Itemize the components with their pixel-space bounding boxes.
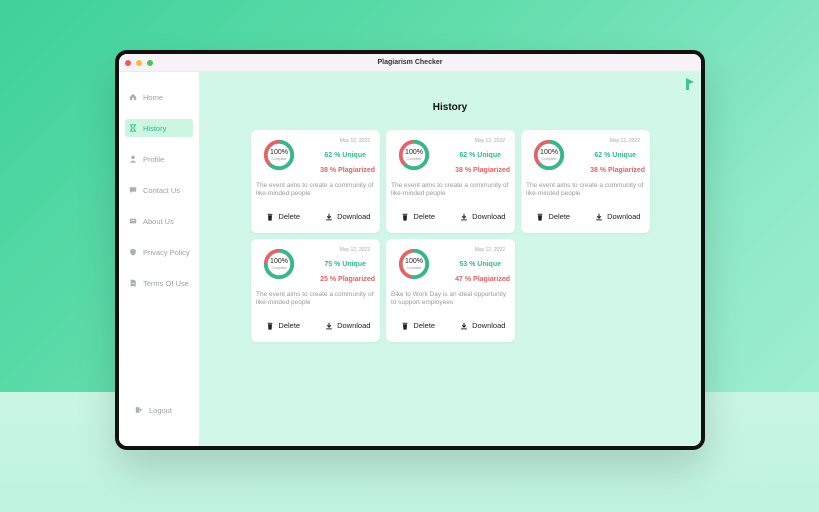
- download-icon: [326, 322, 332, 329]
- download-button[interactable]: Download: [316, 212, 381, 221]
- completion-label: Complete: [271, 266, 287, 270]
- delete-label: Delete: [413, 212, 436, 221]
- history-card: 100% Complete May 12, 2022 75 % Unique 2…: [251, 239, 380, 342]
- completion-label: Complete: [541, 157, 557, 161]
- trash-icon: [268, 322, 273, 330]
- history-card: 100% Complete May 12, 2022 62 % Unique 3…: [386, 130, 515, 233]
- sidebar-item-privacy-policy[interactable]: Privacy Policy: [125, 243, 193, 261]
- device-frame: Plagiarism Checker Home History Profile: [115, 50, 705, 450]
- sidebar-item-terms-of-use[interactable]: Terms Of Use: [125, 274, 193, 292]
- delete-label: Delete: [278, 212, 301, 221]
- history-card: 100% Complete May 12, 2022 53 % Unique 4…: [386, 239, 515, 342]
- delete-label: Delete: [278, 321, 301, 330]
- download-button[interactable]: Download: [316, 321, 381, 330]
- unique-percentage: 75 % Unique: [324, 261, 366, 268]
- sidebar-item-history[interactable]: History: [125, 119, 193, 137]
- unique-percentage: 53 % Unique: [459, 261, 501, 268]
- completion-percent: 100%: [270, 149, 288, 156]
- download-label: Download: [607, 212, 641, 221]
- trash-icon: [403, 322, 408, 330]
- download-button[interactable]: Download: [586, 212, 651, 221]
- plagiarized-percentage: 25 % Plagiarized: [320, 276, 375, 283]
- card-date: May 12, 2022: [609, 138, 640, 144]
- plagiarized-percentage: 38 % Plagiarized: [320, 167, 375, 174]
- title-bar: Plagiarism Checker: [119, 54, 701, 72]
- card-description: Bike to Work Day is an ideal opportunity…: [391, 291, 507, 306]
- delete-button[interactable]: Delete: [251, 321, 316, 330]
- plagiarized-percentage: 47 % Plagiarized: [455, 276, 510, 283]
- sidebar-item-label: Contact Us: [143, 185, 181, 195]
- download-icon: [461, 213, 467, 220]
- download-button[interactable]: Download: [451, 212, 516, 221]
- card-description: The event aims to create a community of …: [256, 182, 374, 197]
- window-title: Plagiarism Checker: [377, 59, 443, 66]
- download-icon: [326, 213, 332, 220]
- app-window: Plagiarism Checker Home History Profile: [119, 54, 701, 446]
- logout-label: Logout: [149, 405, 172, 415]
- completion-percent: 100%: [270, 258, 288, 265]
- sidebar-item-home[interactable]: Home: [125, 88, 193, 106]
- delete-button[interactable]: Delete: [386, 321, 451, 330]
- sidebar-item-profile[interactable]: Profile: [125, 150, 193, 168]
- trash-icon: [538, 213, 543, 221]
- download-icon: [596, 213, 602, 220]
- completion-label: Complete: [406, 157, 422, 161]
- sidebar-item-label: Privacy Policy: [143, 247, 190, 257]
- main-content: History 100% Complete May 12, 2022 62 % …: [199, 72, 701, 446]
- plagiarized-percentage: 38 % Plagiarized: [590, 167, 645, 174]
- home-icon: [129, 93, 137, 101]
- logout-button[interactable]: Logout: [131, 401, 172, 419]
- user-icon: [129, 155, 137, 163]
- delete-label: Delete: [413, 321, 436, 330]
- download-label: Download: [472, 321, 506, 330]
- sidebar-item-about-us[interactable]: About Us: [125, 212, 193, 230]
- download-button[interactable]: Download: [451, 321, 516, 330]
- download-label: Download: [337, 321, 371, 330]
- completion-percent: 100%: [540, 149, 558, 156]
- card-date: May 12, 2022: [474, 138, 505, 144]
- document-icon: [130, 279, 136, 287]
- history-card: 100% Complete May 12, 2022 62 % Unique 3…: [521, 130, 650, 233]
- unique-percentage: 62 % Unique: [324, 152, 366, 159]
- plagiarized-percentage: 38 % Plagiarized: [455, 167, 510, 174]
- card-description: The event aims to create a community of …: [526, 182, 644, 197]
- delete-label: Delete: [548, 212, 571, 221]
- sidebar: Home History Profile Contact Us About Us: [119, 72, 199, 446]
- card-description: The event aims to create a community of …: [391, 182, 509, 197]
- completion-label: Complete: [406, 266, 422, 270]
- card-description: The event aims to create a community of …: [256, 291, 374, 306]
- card-date: May 12, 2022: [339, 247, 370, 253]
- card-date: May 12, 2022: [339, 138, 370, 144]
- history-icon: [129, 124, 137, 132]
- trash-icon: [268, 213, 273, 221]
- completion-percent: 100%: [405, 149, 423, 156]
- unique-percentage: 62 % Unique: [459, 152, 501, 159]
- history-card: 100% Complete May 12, 2022 62 % Unique 3…: [251, 130, 380, 233]
- completion-label: Complete: [271, 157, 287, 161]
- completion-percent: 100%: [405, 258, 423, 265]
- sidebar-item-label: Home: [143, 92, 164, 102]
- chat-icon: [129, 187, 137, 194]
- sidebar-item-label: About Us: [143, 216, 174, 226]
- download-label: Download: [472, 212, 506, 221]
- unique-percentage: 62 % Unique: [594, 152, 636, 159]
- sidebar-item-label: History: [143, 123, 167, 133]
- delete-button[interactable]: Delete: [386, 212, 451, 221]
- logout-icon: [135, 407, 143, 413]
- trash-icon: [403, 213, 408, 221]
- shield-icon: [130, 248, 136, 256]
- brand-logo-icon: [686, 78, 694, 90]
- download-icon: [461, 322, 467, 329]
- card-date: May 12, 2022: [474, 247, 505, 253]
- sidebar-item-label: Terms Of Use: [143, 278, 189, 288]
- page-title: History: [432, 102, 468, 113]
- sidebar-item-label: Profile: [143, 154, 165, 164]
- delete-button[interactable]: Delete: [251, 212, 316, 221]
- history-grid: 100% Complete May 12, 2022 62 % Unique 3…: [251, 130, 651, 342]
- delete-button[interactable]: Delete: [521, 212, 586, 221]
- download-label: Download: [337, 212, 371, 221]
- info-icon: [129, 218, 137, 224]
- sidebar-item-contact-us[interactable]: Contact Us: [125, 181, 193, 199]
